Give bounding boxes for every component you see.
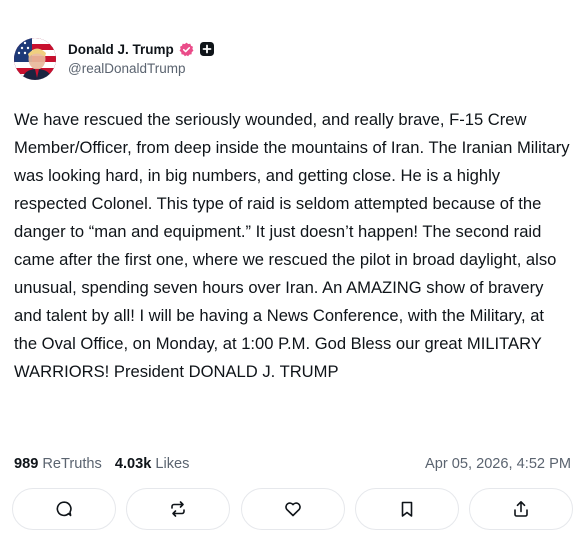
retruths-label: ReTruths xyxy=(42,456,102,472)
post-body-text: We have rescued the seriously wounded, a… xyxy=(14,110,575,381)
post-header: Donald J. Trump @realDonaldTrump xyxy=(14,38,214,82)
reply-icon xyxy=(56,501,72,517)
likes-stat[interactable]: 4.03k Likes xyxy=(115,456,190,472)
like-button[interactable] xyxy=(240,488,345,530)
share-icon xyxy=(514,501,528,517)
avatar[interactable] xyxy=(14,38,56,80)
reply-button[interactable] xyxy=(12,488,116,530)
author-name-row: Donald J. Trump xyxy=(68,38,214,60)
author-display-name[interactable]: Donald J. Trump xyxy=(68,42,174,57)
bookmark-button[interactable] xyxy=(354,488,459,530)
post-card: Donald J. Trump @realDonaldTrump We have… xyxy=(0,0,582,547)
retruths-stat[interactable]: 989 ReTruths xyxy=(14,456,102,472)
retruth-icon xyxy=(171,501,186,517)
author-handle[interactable]: @realDonaldTrump xyxy=(68,61,214,76)
post-timestamp[interactable]: Apr 05, 2026, 4:52 PM xyxy=(425,456,571,472)
verified-badge-icon xyxy=(179,42,194,57)
share-button[interactable] xyxy=(469,488,573,530)
likes-label: Likes xyxy=(155,456,190,472)
post-stats: 989 ReTruths 4.03k Likes Apr 05, 2026, 4:5… xyxy=(14,453,571,475)
retruths-count: 989 xyxy=(14,456,39,472)
author-block: Donald J. Trump @realDonaldTrump xyxy=(68,38,214,76)
bookmark-icon xyxy=(401,501,413,517)
likes-count: 4.03k xyxy=(114,456,152,472)
like-icon xyxy=(284,502,301,517)
avatar-portrait-icon xyxy=(14,38,56,80)
retruth-button[interactable] xyxy=(126,488,231,530)
plus-badge-icon xyxy=(199,42,214,56)
action-bar xyxy=(12,488,573,532)
